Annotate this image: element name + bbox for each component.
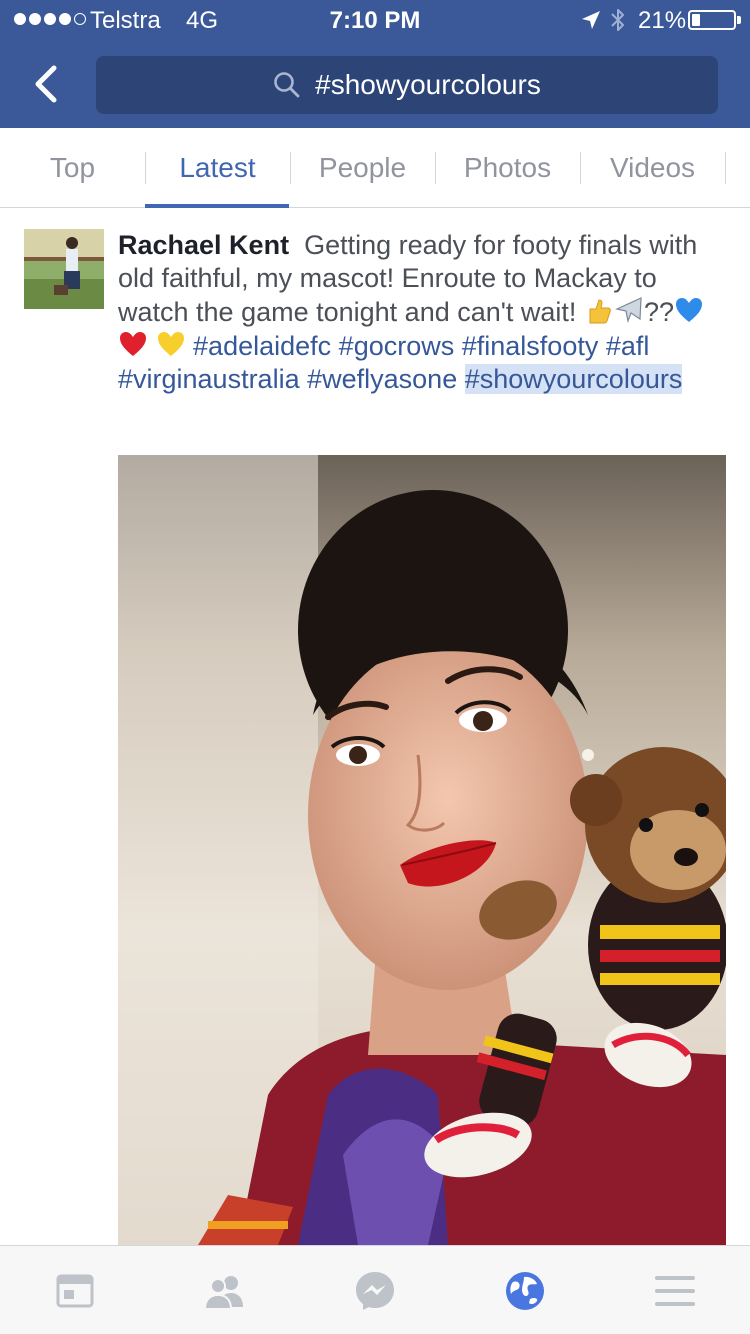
- nav-more-menu[interactable]: [600, 1246, 750, 1334]
- search-query: #showyourcolours: [315, 69, 541, 100]
- nav-notifications[interactable]: [450, 1246, 600, 1334]
- tab-people[interactable]: People: [290, 128, 435, 208]
- post-text-emoji-placeholder: ??: [643, 297, 674, 327]
- search-input[interactable]: #showyourcolours: [96, 56, 718, 114]
- messenger-icon: [356, 1271, 394, 1310]
- battery-icon: [688, 10, 736, 30]
- hashtag-link[interactable]: #gocrows: [339, 331, 455, 361]
- post-photo[interactable]: [118, 455, 726, 1245]
- friends-icon: [203, 1275, 243, 1310]
- author-avatar[interactable]: [24, 229, 104, 309]
- tab-divider: [725, 152, 726, 184]
- tab-label: People: [318, 152, 407, 183]
- post-body: Rachael Kent Getting ready for footy fin…: [118, 229, 718, 396]
- hashtag-link[interactable]: #virginaustralia: [118, 364, 300, 394]
- bottom-tab-bar: [0, 1245, 750, 1334]
- globe-icon: [506, 1271, 544, 1310]
- photo-woman-with-monkey-mascot: [118, 455, 726, 1245]
- nav-friends[interactable]: [150, 1246, 300, 1334]
- tab-label: Videos: [609, 152, 696, 183]
- red-heart-emoji-icon: [120, 332, 146, 356]
- hashtag-link[interactable]: #adelaidefc: [193, 331, 331, 361]
- tab-label: Latest: [179, 152, 256, 183]
- hashtag-link[interactable]: #afl: [606, 331, 650, 361]
- battery-percentage: 21%: [638, 7, 687, 34]
- nav-news-feed[interactable]: [0, 1246, 150, 1334]
- news-feed-icon: [56, 1274, 94, 1307]
- bluetooth-icon: [611, 9, 624, 31]
- back-button[interactable]: [22, 56, 70, 112]
- search-icon: [274, 72, 300, 98]
- tab-top[interactable]: Top: [0, 128, 145, 208]
- status-bar: Telstra 4G 7:10 PM 21%: [0, 0, 750, 40]
- hashtag-link-highlighted[interactable]: #showyourcolours: [464, 364, 683, 394]
- tab-videos[interactable]: Videos: [580, 128, 725, 208]
- menu-icon: [655, 1275, 695, 1306]
- nav-messenger[interactable]: [300, 1246, 450, 1334]
- tab-latest[interactable]: Latest: [145, 128, 290, 208]
- airplane-emoji-icon: [615, 297, 642, 324]
- tab-label: Top: [49, 152, 96, 183]
- chevron-left-icon: [35, 65, 57, 103]
- avatar-photo: [24, 229, 104, 309]
- app-header: Telstra 4G 7:10 PM 21% #showyourcolours: [0, 0, 750, 128]
- blue-heart-emoji-icon: [676, 298, 702, 322]
- post-author-name[interactable]: Rachael Kent: [118, 230, 289, 260]
- yellow-heart-emoji-icon: [157, 332, 184, 356]
- location-arrow-icon: [582, 11, 600, 29]
- search-filter-tabs: Top Latest People Photos Videos: [0, 128, 750, 208]
- hashtag-link[interactable]: #weflyasone: [307, 364, 457, 394]
- hashtag-link[interactable]: #finalsfooty: [462, 331, 599, 361]
- battery-nub: [737, 16, 741, 24]
- thumbs-up-emoji-icon: [589, 299, 611, 324]
- tab-label: Photos: [463, 152, 552, 183]
- tab-photos[interactable]: Photos: [435, 128, 580, 208]
